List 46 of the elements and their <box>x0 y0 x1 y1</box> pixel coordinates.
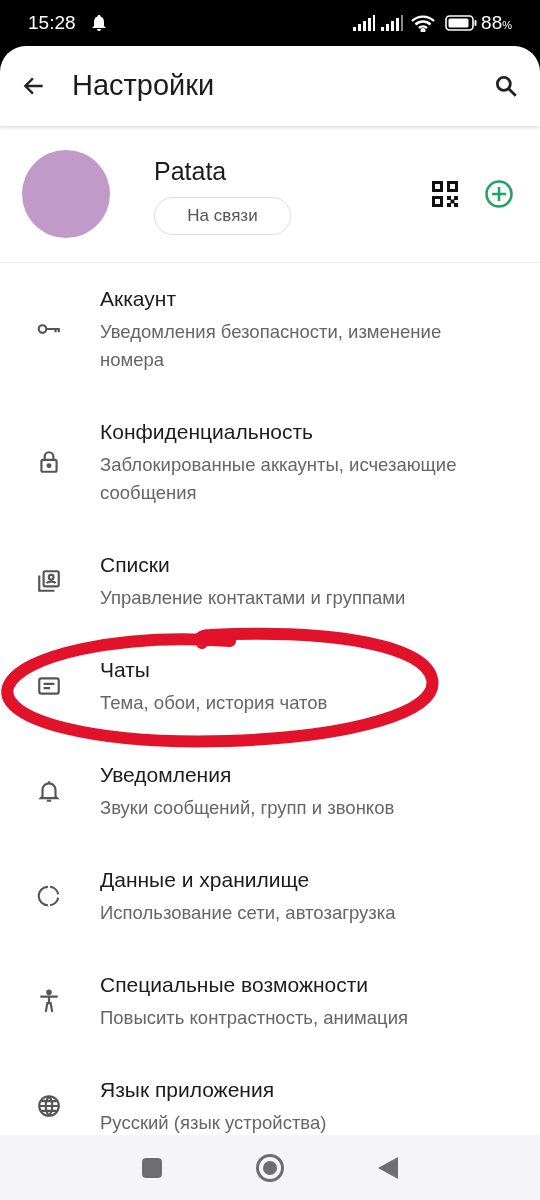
globe-icon <box>36 1093 62 1119</box>
settings-item[interactable]: Язык приложения Русский (язык устройства) <box>0 1054 540 1135</box>
item-title: Конфиденциальность <box>100 419 314 445</box>
search-icon <box>493 73 519 99</box>
item-subtitle: Русский (язык устройства) <box>100 1111 328 1135</box>
signal-icon <box>381 15 404 31</box>
item-title: Списки <box>100 552 171 578</box>
settings-item[interactable]: Уведомления Звуки сообщений, групп и звонков <box>0 739 540 844</box>
triangle-icon <box>378 1156 398 1179</box>
bell-icon <box>91 15 106 31</box>
settings-item[interactable]: Конфиденциальность Заблокированные аккаунты, исчезающие сообщения <box>0 396 540 529</box>
item-subtitle: Заблокированные аккаунты, исчезающие сообщения <box>100 453 458 505</box>
item-subtitle: Тема, обои, история чатов <box>100 691 329 715</box>
item-title: Аккаунт <box>100 286 177 312</box>
bell-icon <box>36 778 62 804</box>
battery-icon <box>445 15 478 31</box>
qr-code-button[interactable] <box>432 180 460 208</box>
item-subtitle: Уведомления безопасности, изменение номера <box>100 320 443 372</box>
back-nav-button[interactable] <box>378 1156 398 1179</box>
item-title: Язык приложения <box>100 1077 276 1103</box>
item-subtitle: Звуки сообщений, групп и звонков <box>100 796 396 820</box>
status-time: 15:28 <box>28 10 76 35</box>
item-subtitle: Управление контактами и группами <box>100 586 407 610</box>
qr-code-icon <box>432 181 458 207</box>
screen-title: Настройки <box>72 68 216 104</box>
recent-apps-button[interactable] <box>142 1157 162 1178</box>
profile-name: Patata <box>154 156 227 188</box>
settings-item[interactable]: Списки Управление контактами и группами <box>0 529 540 634</box>
add-button[interactable] <box>484 179 514 209</box>
settings-item[interactable]: Аккаунт Уведомления безопасности, изменение номера <box>0 263 540 396</box>
item-title: Специальные возможности <box>100 972 370 998</box>
wifi-icon <box>411 14 436 32</box>
settings-item[interactable]: Данные и хранилище Использование сети, автозагрузка <box>0 844 540 949</box>
settings-item[interactable]: Чаты Тема, обои, история чатов <box>0 634 540 739</box>
home-button[interactable] <box>256 1153 284 1182</box>
item-subtitle: Повысить контрастность, анимация <box>100 1006 410 1030</box>
percent-sign: % <box>502 18 512 33</box>
battery-percentage: 88 <box>481 10 503 35</box>
signal-icon <box>353 15 376 31</box>
item-title: Уведомления <box>100 762 233 788</box>
settings-item[interactable]: Специальные возможности Повысить контрастность, анимация <box>0 949 540 1054</box>
item-subtitle: Использование сети, автозагрузка <box>100 901 397 925</box>
contacts-list-icon <box>36 568 62 594</box>
item-title: Данные и хранилище <box>100 867 311 893</box>
item-title: Чаты <box>100 657 151 683</box>
plus-circle-icon <box>484 179 514 209</box>
